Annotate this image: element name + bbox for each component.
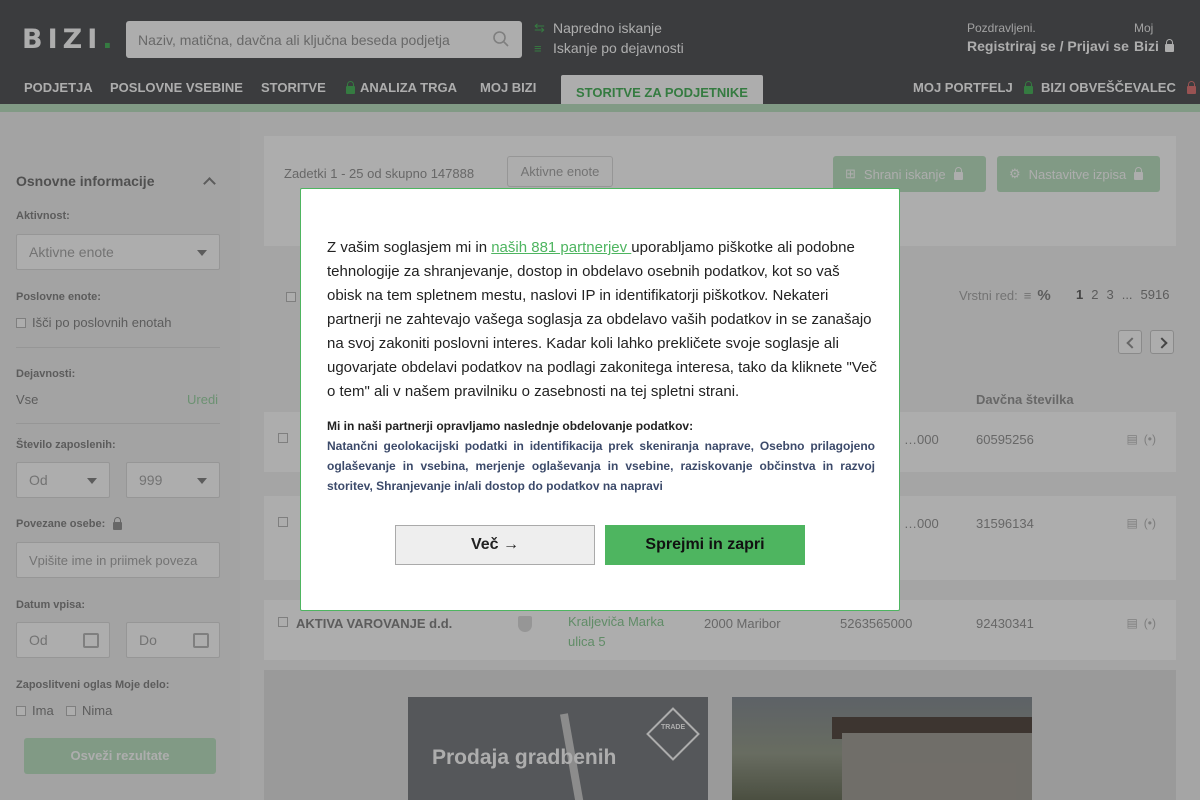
more-info-button[interactable]: Več → xyxy=(395,525,595,565)
consent-text: Z vašim soglasjem mi in naših 881 partne… xyxy=(327,239,877,400)
consent-subtitle: Mi in naši partnerji opravljamo naslednj… xyxy=(327,419,694,433)
consent-purposes: Natančni geolokacijski podatki in identi… xyxy=(327,439,875,493)
cookie-consent-dialog: Z vašim soglasjem mi in naših 881 partne… xyxy=(300,188,900,611)
accept-close-button[interactable]: Sprejmi in zapri xyxy=(605,525,805,565)
partners-link[interactable]: naših 881 partnerjev xyxy=(491,239,631,256)
